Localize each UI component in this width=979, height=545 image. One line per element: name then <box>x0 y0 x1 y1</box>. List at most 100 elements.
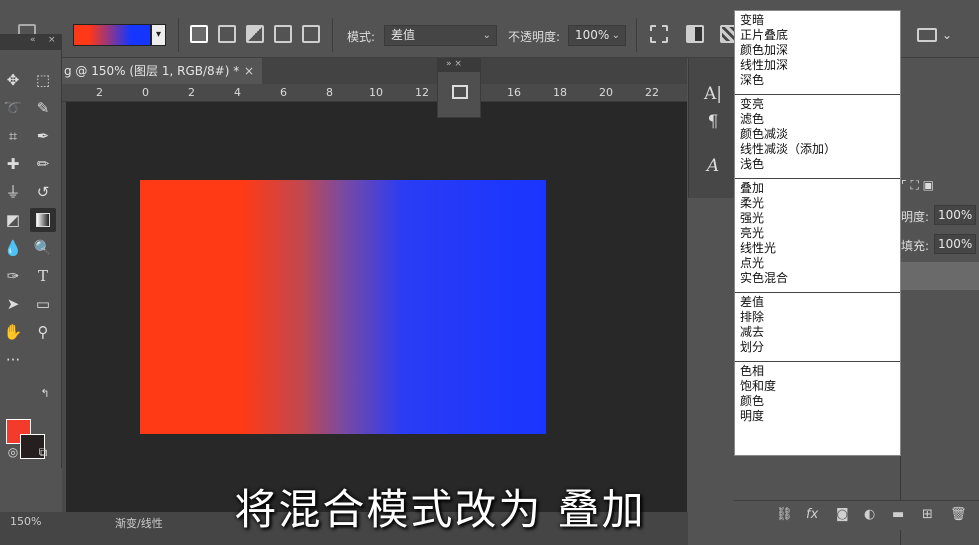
blend-option[interactable]: 排除 <box>740 310 900 325</box>
type-tool-icon[interactable]: T <box>30 264 56 288</box>
blend-option[interactable]: 线性光 <box>740 241 900 256</box>
chevron-down-icon[interactable]: ⌄ <box>942 28 952 42</box>
crop-tool-icon[interactable]: ⌗ <box>0 124 26 148</box>
linear-gradient-icon[interactable] <box>190 25 208 43</box>
ruler-tick: 18 <box>553 86 567 99</box>
hand-tool-icon[interactable]: ✋ <box>0 320 26 344</box>
floating-panel-header: » × <box>438 59 480 72</box>
blend-option[interactable]: 实色混合 <box>740 271 900 286</box>
dodge-tool-icon[interactable]: 🔍 <box>30 236 56 260</box>
blend-option[interactable]: 色相 <box>740 364 900 379</box>
blend-option[interactable]: 亮光 <box>740 226 900 241</box>
blend-option[interactable]: 叠加 <box>740 181 900 196</box>
document-tab[interactable]: g @ 150% (图层 1, RGB/8#) * × <box>62 58 262 84</box>
blend-mode-select[interactable]: 差值 ⌄ <box>384 25 497 46</box>
document-tab-title: g @ 150% (图层 1, RGB/8#) * <box>64 64 240 78</box>
gradient-picker[interactable] <box>73 24 151 46</box>
blend-option[interactable]: 颜色 <box>740 394 900 409</box>
blend-mode-dropdown: 变暗 正片叠底 颜色加深 线性加深 深色 变亮 滤色 颜色减淡 线性减淡（添加）… <box>734 10 901 456</box>
blend-mode-value: 差值 <box>391 28 416 42</box>
blend-option[interactable]: 差值 <box>740 295 900 310</box>
pen-tool-icon[interactable]: ✑ <box>0 264 26 288</box>
transform-icon[interactable]: ⌜ ⛶ ▣ <box>901 178 934 193</box>
opacity-field[interactable]: 100% ⌄ <box>568 25 626 46</box>
character-panel-icon[interactable]: A| <box>701 82 725 106</box>
rectangle-tool-icon[interactable]: ▭ <box>30 292 56 316</box>
3d-icon[interactable] <box>452 85 468 99</box>
blend-option[interactable]: 颜色加深 <box>740 43 900 58</box>
blend-group-comparative: 差值 排除 减去 划分 <box>735 293 900 362</box>
close-icon[interactable]: × <box>48 35 56 45</box>
blend-option[interactable]: 颜色减淡 <box>740 127 900 142</box>
blend-group-component: 色相 饱和度 颜色 明度 <box>735 362 900 430</box>
marquee-tool-icon[interactable]: ⬚ <box>30 68 56 92</box>
blend-option[interactable]: 变暗 <box>740 13 900 28</box>
selected-layer-row[interactable] <box>901 262 979 290</box>
blend-option[interactable]: 柔光 <box>740 196 900 211</box>
blend-option[interactable]: 饱和度 <box>740 379 900 394</box>
reflected-gradient-icon[interactable] <box>274 25 292 43</box>
zoom-tool-icon[interactable]: ⚲ <box>30 320 56 344</box>
paragraph-panel-icon[interactable]: ¶ <box>701 110 725 134</box>
screen-mode-icon[interactable]: ⧉ <box>30 440 56 464</box>
lasso-tool-icon[interactable]: ➰ <box>0 96 26 120</box>
opacity-value: 100% <box>575 28 610 42</box>
toolbox: « × ✥ ⬚ ➰ ✎ ⌗ ✒ ✚ ✏ ⏚ ↺ ◩ 💧 🔍 ✑ T ➤ ▭ ✋ … <box>0 34 62 468</box>
blur-tool-icon[interactable]: 💧 <box>0 236 26 260</box>
collapse-icon[interactable]: « <box>30 35 36 45</box>
collapsed-panels: A| ¶ A <box>688 58 734 198</box>
ruler-tick: 2 <box>96 86 103 99</box>
move-tool-icon[interactable]: ✥ <box>0 68 26 92</box>
stamp-tool-icon[interactable]: ⏚ <box>0 180 26 204</box>
history-brush-tool-icon[interactable]: ↺ <box>30 180 56 204</box>
blend-option[interactable]: 线性加深 <box>740 58 900 73</box>
workspace-icon[interactable] <box>917 28 937 42</box>
healing-brush-tool-icon[interactable]: ✚ <box>0 152 26 176</box>
reverse-icon[interactable] <box>650 25 668 43</box>
blend-option[interactable]: 浅色 <box>740 157 900 172</box>
layer-opacity-label: 明度: <box>901 210 930 224</box>
swap-colors-icon[interactable]: ↰ <box>32 382 58 406</box>
blend-option[interactable]: 深色 <box>740 73 900 88</box>
ruler-tick: 4 <box>234 86 241 99</box>
diamond-gradient-icon[interactable] <box>302 25 320 43</box>
blend-option[interactable]: 划分 <box>740 340 900 355</box>
blend-option[interactable]: 正片叠底 <box>740 28 900 43</box>
separator <box>332 18 333 52</box>
angle-gradient-icon[interactable] <box>246 25 264 43</box>
gradient-picker-dropdown[interactable]: ▾ <box>151 24 166 46</box>
eyedropper-tool-icon[interactable]: ✒ <box>30 124 56 148</box>
close-icon[interactable]: × <box>244 58 254 84</box>
trash-icon[interactable]: 🗑 <box>950 507 967 522</box>
blend-group-darken: 变暗 正片叠底 颜色加深 线性加深 深色 <box>735 11 900 95</box>
dither-icon[interactable] <box>686 25 704 43</box>
ruler-tick: 10 <box>369 86 383 99</box>
toolbox-header: « × <box>0 34 62 50</box>
gradient-artwork[interactable] <box>140 180 546 434</box>
quick-mask-icon[interactable]: ◎ <box>0 440 26 464</box>
glyphs-panel-icon[interactable]: A <box>701 154 725 178</box>
chevron-down-icon: ⌄ <box>482 30 491 41</box>
fill-field[interactable]: 100% <box>934 234 976 254</box>
quick-select-tool-icon[interactable]: ✎ <box>30 96 56 120</box>
path-select-tool-icon[interactable]: ➤ <box>0 292 26 316</box>
group-folder-icon[interactable]: ▬ <box>892 507 904 522</box>
layer-opacity-field[interactable]: 100% <box>934 205 976 225</box>
gradient-tool-icon[interactable] <box>30 208 56 232</box>
ruler-tick: 2 <box>188 86 195 99</box>
blend-group-lighten: 变亮 滤色 颜色减淡 线性减淡（添加） 浅色 <box>735 95 900 179</box>
blend-option[interactable]: 线性减淡（添加） <box>740 142 900 157</box>
more-tools-icon[interactable]: ··· <box>0 348 26 372</box>
blend-option[interactable]: 变亮 <box>740 97 900 112</box>
blend-option[interactable]: 点光 <box>740 256 900 271</box>
blend-option[interactable]: 强光 <box>740 211 900 226</box>
new-layer-icon[interactable]: ⊞ <box>922 507 933 522</box>
blend-option[interactable]: 减去 <box>740 325 900 340</box>
blend-group-contrast: 叠加 柔光 强光 亮光 线性光 点光 实色混合 <box>735 179 900 293</box>
blend-option[interactable]: 明度 <box>740 409 900 424</box>
blend-option[interactable]: 滤色 <box>740 112 900 127</box>
mode-label: 模式: <box>347 30 376 44</box>
brush-tool-icon[interactable]: ✏ <box>30 152 56 176</box>
eraser-tool-icon[interactable]: ◩ <box>0 208 26 232</box>
radial-gradient-icon[interactable] <box>218 25 236 43</box>
